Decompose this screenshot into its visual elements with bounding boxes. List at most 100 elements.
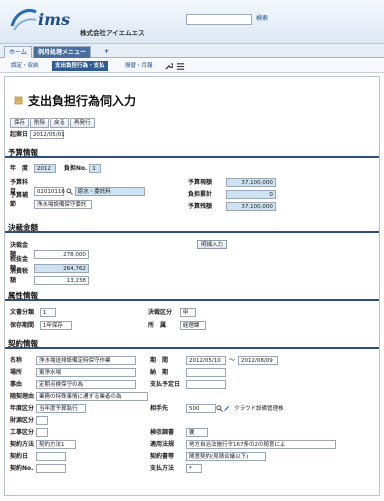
app-header: ims 株式会社アイエムエス 検索: [0, 0, 384, 44]
partner-name: クラウド設備管理株: [234, 406, 284, 412]
remaining-row: 予算残額 37,100,000: [188, 201, 276, 211]
contract-name-field[interactable]: 浄水場送排設備定時保守作業: [36, 356, 136, 365]
sub-menu-bar: 調定・収納 支出負担行為・支払 振替・月報: [0, 59, 384, 73]
private-reason-label: 随契理由: [10, 393, 35, 400]
year-class-select[interactable]: 当年度予算執行: [36, 404, 86, 413]
amount-divider: [5, 231, 379, 233]
edit-pen-icon[interactable]: [223, 405, 230, 412]
save-button[interactable]: 保存: [10, 118, 30, 128]
page-title: 支出負担行為伺入力: [28, 94, 137, 108]
location-field[interactable]: 東浄水場: [36, 368, 136, 377]
tax-row: 消費税額 13,238: [10, 266, 89, 285]
tab-monthly-menu[interactable]: 例月処理メニュー: [33, 46, 92, 58]
partner-row: 相手先 500 クラウド設備管理株: [150, 403, 378, 415]
department-row: 所 属 経理課: [148, 320, 206, 330]
contract-no-label: 契約No.: [10, 465, 34, 472]
burden-no-label: 負担No.: [63, 165, 88, 172]
logo-swoosh-icon: [10, 9, 37, 31]
subtab-transfer[interactable]: 振替・月報: [122, 61, 156, 71]
remaining-field: 37,100,000: [225, 202, 276, 211]
document-icon: [14, 96, 23, 105]
delete-button[interactable]: 削除: [30, 118, 50, 128]
partner-code-field[interactable]: 500: [186, 404, 216, 413]
year-class-label: 年度区分: [10, 405, 35, 412]
contract-method-select[interactable]: 契約方法1: [36, 440, 76, 449]
draft-date-label: 起案日: [10, 131, 29, 138]
format-select[interactable]: 随意契約(見積合議以下): [186, 452, 266, 461]
budget-amount-field: 37,100,000: [225, 178, 276, 187]
main-tab-bar: ホーム 例月処理メニュー +: [0, 44, 384, 58]
reissue-button[interactable]: 再発行: [70, 118, 95, 128]
add-tab-button[interactable]: +: [100, 46, 113, 58]
location-label: 場所: [10, 369, 23, 376]
tax-field[interactable]: 13,238: [33, 276, 89, 285]
law-select[interactable]: 地方自治法施行令167条の2の随意によ: [186, 440, 336, 449]
decide-class-label: 決裁区分: [148, 309, 173, 316]
attributes-divider: [5, 299, 379, 301]
finance-class-label: 財源区分: [10, 417, 35, 424]
contract-date-label: 契約日: [10, 453, 29, 460]
burden-no-field[interactable]: 1: [89, 164, 102, 173]
delivery-row: 納 期: [150, 367, 378, 379]
fiscal-year-label: 年 度: [10, 165, 29, 172]
decide-class-select[interactable]: 甲: [179, 308, 196, 317]
search-button[interactable]: 検索: [254, 14, 270, 25]
period-to-field[interactable]: 2012/08/09: [238, 356, 279, 365]
work-class-label: 工事区分: [10, 429, 35, 436]
survey-row: 検収調書 要: [150, 427, 378, 439]
draft-date-row: 起案日 2012/05/01: [10, 129, 65, 139]
supplement-label: 予算補節: [10, 192, 29, 208]
budget-divider: [5, 156, 379, 158]
doc-class-row: 文書分類 1: [10, 307, 56, 317]
survey-select[interactable]: 要: [186, 428, 208, 437]
remaining-label: 予算残額: [188, 203, 213, 210]
action-toolbar: 保存 削除 戻る 再発行: [10, 118, 96, 128]
contract-method-label: 契約方法: [10, 441, 35, 448]
delivery-label: 納 期: [150, 369, 169, 376]
reason-field[interactable]: 定期点検保守の為: [36, 380, 136, 389]
department-select[interactable]: 経理課: [179, 321, 206, 330]
format-row: 契約書等 随意契約(見積合議以下): [150, 451, 378, 463]
menu-list-icon[interactable]: [176, 62, 185, 71]
spent-row: 負担累計 0: [188, 189, 276, 199]
doc-class-select[interactable]: 1: [39, 308, 56, 317]
pay-date-field[interactable]: [186, 380, 226, 389]
subtab-expenditure[interactable]: 支出負担行為・支払: [52, 61, 108, 71]
tab-home[interactable]: ホーム: [4, 46, 32, 58]
budget-amount-row: 予算現額 37,100,000: [188, 177, 276, 187]
blank-row: [150, 391, 378, 403]
budget-amount-label: 予算現額: [188, 179, 213, 186]
fiscal-year-field[interactable]: 2012: [33, 164, 56, 173]
pay-method-row: 支払方法 *: [150, 463, 378, 475]
pay-method-select[interactable]: *: [186, 464, 202, 473]
search-input[interactable]: [186, 14, 252, 25]
contract-no-field[interactable]: [36, 464, 66, 473]
period-from-field[interactable]: 2012/05/10: [186, 356, 226, 365]
survey-label: 検収調書: [150, 429, 175, 436]
work-class-select[interactable]: [36, 428, 48, 437]
department-label: 所 属: [148, 322, 167, 329]
search-icon[interactable]: [216, 405, 223, 412]
contract-name-label: 名称: [10, 357, 23, 364]
period-row: 期 間 2012/05/10 〜 2012/08/09: [150, 355, 378, 367]
draft-date-field[interactable]: 2012/05/01: [29, 130, 65, 139]
back-button[interactable]: 戻る: [50, 118, 70, 128]
supplement-select[interactable]: 浄水場設備保守委託: [33, 200, 92, 209]
supplement-row: 予算補節 浄水場設備保守委託: [10, 190, 92, 209]
spent-label: 負担累計: [188, 191, 213, 198]
spent-field: 0: [225, 190, 276, 199]
wrench-icon[interactable]: [164, 62, 173, 71]
law-label: 適用法規: [150, 441, 175, 448]
period-separator: 〜: [229, 357, 236, 364]
retention-label: 保存期間: [10, 322, 35, 329]
format-label: 契約書等: [150, 453, 175, 460]
private-reason-field[interactable]: 業務の特殊事情に通ずる業者の為: [36, 392, 148, 401]
contract-divider: [5, 347, 379, 349]
company-name: 株式会社アイエムエス: [80, 29, 145, 37]
detail-input-button[interactable]: 明細入力: [197, 240, 228, 249]
contract-date-field[interactable]: [36, 452, 66, 461]
subtab-assessment[interactable]: 調定・収納: [8, 61, 42, 71]
finance-class-select[interactable]: [36, 416, 48, 425]
delivery-field[interactable]: [186, 368, 226, 377]
retention-select[interactable]: 1年保存: [39, 321, 72, 330]
